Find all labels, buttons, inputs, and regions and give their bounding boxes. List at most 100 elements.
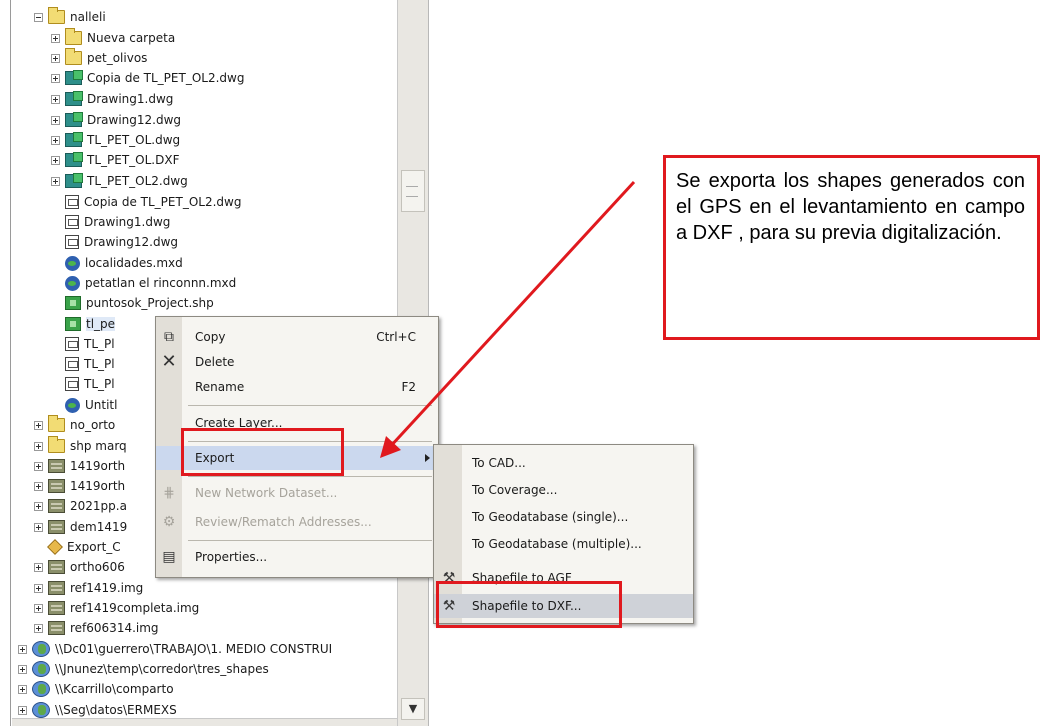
- tree-item[interactable]: puntosok_Project.shp: [51, 293, 214, 313]
- globe-icon: [32, 702, 50, 718]
- tree-item[interactable]: dem1419: [34, 517, 127, 537]
- menu-item-delete[interactable]: ✕ Delete: [156, 350, 438, 374]
- expand-icon[interactable]: [51, 73, 60, 83]
- tree-item-label: Drawing1.dwg: [87, 92, 174, 106]
- tree-item-label: \\Seg\datos\ERMEXS: [55, 703, 177, 717]
- expand-icon[interactable]: [34, 441, 43, 451]
- expand-icon[interactable]: [51, 33, 60, 43]
- tree-item[interactable]: Drawing12.dwg: [51, 110, 181, 130]
- properties-icon: ▤: [162, 549, 176, 565]
- tree-item[interactable]: ortho606: [34, 557, 125, 577]
- tree-item[interactable]: TL_PET_OL.dwg: [51, 130, 180, 150]
- tree-item[interactable]: nalleli: [34, 7, 106, 27]
- tree-item[interactable]: no_orto: [34, 415, 115, 435]
- tree-item[interactable]: ref1419.img: [34, 578, 143, 598]
- menu-item-properties[interactable]: ▤ Properties...: [156, 545, 438, 569]
- tree-guide-line: [10, 0, 11, 726]
- expand-icon[interactable]: [34, 583, 43, 593]
- tree-item[interactable]: Copia de TL_PET_OL2.dwg: [51, 192, 241, 212]
- tree-item[interactable]: pet_olivos: [51, 48, 147, 68]
- tree-item[interactable]: \\Seg\datos\ERMEXS: [18, 700, 177, 720]
- tree-item[interactable]: TL_Pl: [51, 334, 115, 354]
- tree-item[interactable]: Copia de TL_PET_OL2.dwg: [51, 68, 244, 88]
- expand-icon[interactable]: [51, 53, 60, 63]
- menu-item-review-rematch[interactable]: ⚙ Review/Rematch Addresses...: [156, 510, 438, 534]
- menu-item-new-network-dataset[interactable]: ⋕ New Network Dataset...: [156, 481, 438, 505]
- menu-item-rename[interactable]: Rename F2: [156, 375, 438, 399]
- menu-separator: [188, 540, 432, 541]
- expand-icon[interactable]: [51, 94, 60, 104]
- tree-item-label: TL_Pl: [84, 337, 115, 351]
- tree-item-label: Export_C: [67, 540, 121, 554]
- expand-icon[interactable]: [34, 603, 43, 613]
- callout-text: Se exporta los shapes generados con el G…: [676, 170, 1025, 244]
- horizontal-scrollbar[interactable]: [12, 718, 397, 726]
- tree-item-label: TL_Pl: [84, 377, 115, 391]
- tree-item[interactable]: TL_Pl: [51, 354, 115, 374]
- expand-icon[interactable]: [51, 115, 60, 125]
- expand-icon[interactable]: [34, 501, 43, 511]
- expand-icon[interactable]: [51, 155, 60, 165]
- tree-item[interactable]: 2021pp.a: [34, 496, 127, 516]
- dwgsub-icon: [65, 357, 79, 371]
- expand-icon[interactable]: [34, 562, 43, 572]
- tree-item[interactable]: shp marq: [34, 436, 127, 456]
- expand-icon[interactable]: [18, 705, 27, 715]
- expand-icon[interactable]: [18, 644, 27, 654]
- tree-item[interactable]: Nueva carpeta: [51, 28, 175, 48]
- tree-item[interactable]: localidades.mxd: [51, 253, 183, 273]
- submenu-item-to-geodatabase-single[interactable]: To Geodatabase (single)...: [434, 505, 693, 529]
- shapefile-to-dxf-highlight-box: [436, 581, 622, 628]
- expand-icon[interactable]: [34, 522, 43, 532]
- submenu-item-to-cad[interactable]: To CAD...: [434, 451, 693, 475]
- tree-item[interactable]: Drawing1.dwg: [51, 212, 170, 232]
- tree-item-label: \\Jnunez\temp\corredor\tres_shapes: [55, 662, 269, 676]
- export-highlight-box: [181, 428, 344, 476]
- tree-item[interactable]: ref1419completa.img: [34, 598, 199, 618]
- submenu-item-to-coverage[interactable]: To Coverage...: [434, 478, 693, 502]
- raster-icon: [48, 520, 65, 534]
- tree-item[interactable]: TL_PET_OL.DXF: [51, 150, 179, 170]
- annotation-callout: Se exporta los shapes generados con el G…: [663, 155, 1040, 340]
- tree-item[interactable]: TL_Pl: [51, 374, 115, 394]
- globe-icon: [32, 661, 50, 677]
- tree-item[interactable]: Untitl: [51, 395, 117, 415]
- expand-icon[interactable]: [34, 420, 43, 430]
- expand-icon[interactable]: [34, 461, 43, 471]
- menu-item-review-rematch-label: Review/Rematch Addresses...: [195, 515, 372, 529]
- menu-item-copy[interactable]: ⧉ Copy Ctrl+C: [156, 325, 438, 349]
- expand-icon[interactable]: [34, 481, 43, 491]
- cad-icon: [65, 91, 83, 106]
- tree-item-label: shp marq: [70, 439, 127, 453]
- expand-icon[interactable]: [18, 684, 27, 694]
- tree-item[interactable]: TL_PET_OL2.dwg: [51, 171, 188, 191]
- tree-item[interactable]: Drawing12.dwg: [51, 232, 178, 252]
- expand-icon[interactable]: [51, 135, 60, 145]
- tree-item-label: localidades.mxd: [85, 256, 183, 270]
- menu-item-copy-shortcut: Ctrl+C: [376, 330, 416, 344]
- tree-item-label: nalleli: [70, 10, 106, 24]
- expand-icon[interactable]: [51, 176, 60, 186]
- expand-icon[interactable]: [34, 623, 43, 633]
- tree-item[interactable]: Drawing1.dwg: [51, 89, 173, 109]
- submenu-item-to-geodatabase-multiple[interactable]: To Geodatabase (multiple)...: [434, 532, 693, 556]
- tree-item[interactable]: ref606314.img: [34, 618, 159, 638]
- tree-item-label: \\Dc01\guerrero\TRABAJO\1. MEDIO CONSTRU…: [55, 642, 333, 656]
- tree-item[interactable]: 1419orth: [34, 476, 125, 496]
- tree-item[interactable]: tl_pe: [51, 314, 116, 334]
- folder-icon: [48, 415, 65, 432]
- tree-item[interactable]: 1419orth: [34, 456, 125, 476]
- tree-item[interactable]: \\Dc01\guerrero\TRABAJO\1. MEDIO CONSTRU…: [18, 639, 332, 659]
- tree-item[interactable]: \\Kcarrillo\comparto: [18, 679, 174, 699]
- expand-icon[interactable]: [18, 664, 27, 674]
- tree-item[interactable]: petatlan el rinconnn.mxd: [51, 273, 236, 293]
- collapse-icon[interactable]: [34, 12, 43, 22]
- scroll-down-icon[interactable]: ▼: [401, 698, 425, 720]
- tree-item[interactable]: \\Jnunez\temp\corredor\tres_shapes: [18, 659, 269, 679]
- tree-item-label: TL_PET_OL.DXF: [87, 153, 180, 167]
- tree-item[interactable]: Export_C: [34, 537, 121, 557]
